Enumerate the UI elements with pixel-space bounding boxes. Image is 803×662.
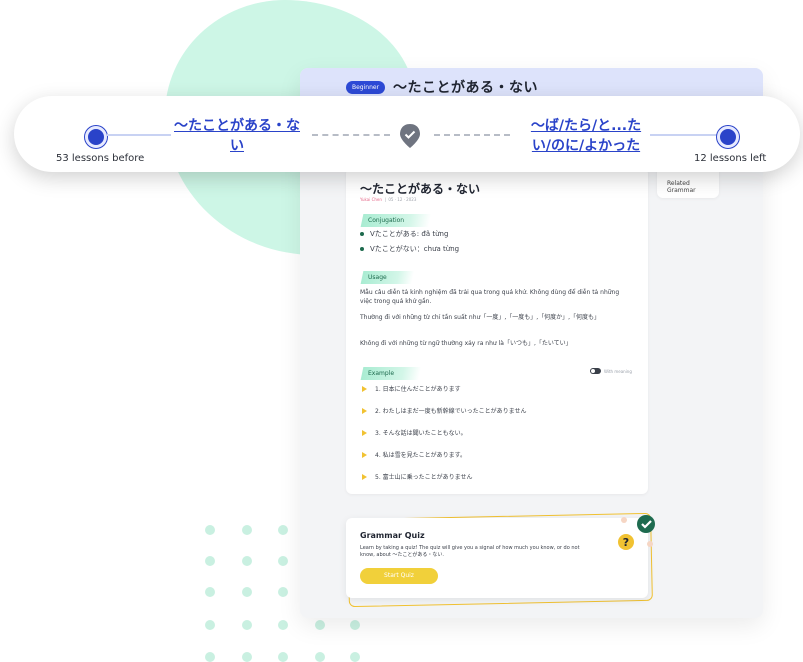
progress-line [107, 134, 171, 136]
lessons-before-count: 53 lessons before [56, 153, 145, 164]
quiz-illustration-icon: ? [618, 515, 655, 550]
quiz-description: Learn by taking a quiz! The quiz will gi… [360, 545, 580, 558]
grammar-quiz-card: Grammar Quiz Learn by taking a quiz! The… [346, 518, 648, 598]
meaning-toggle[interactable]: With meaning [590, 368, 632, 374]
play-icon[interactable] [362, 451, 367, 458]
example-tag: Example [360, 367, 422, 380]
usage-tag: Usage [360, 271, 415, 284]
conjugation-item: Vたことがない：chưa từng [360, 244, 459, 254]
next-node-icon[interactable] [717, 126, 739, 148]
example-item[interactable]: 1. 日本に住んだことがあります [362, 384, 461, 393]
progress-dashed-line [312, 134, 390, 138]
next-lesson-link[interactable]: 〜ば/たら/と...たい/のに/よかった [526, 116, 646, 156]
play-icon[interactable] [362, 407, 367, 414]
example-item[interactable]: 5. 富士山に乗ったことがありません [362, 472, 472, 481]
example-item[interactable]: 4. 私は雪を見たことがあります。 [362, 450, 466, 459]
lesson-header-title: 〜たことがある・ない [393, 80, 539, 96]
lesson-author: Yukai Chen [360, 197, 382, 202]
usage-paragraph: Mẫu câu diễn tả kinh nghiệm đã trải qua … [360, 289, 620, 305]
lesson-title: 〜たことがある・ない [360, 182, 481, 196]
progress-line [650, 134, 720, 136]
example-item[interactable]: 2. わたしはまだ一度も新幹線でいったことがありません [362, 406, 526, 415]
play-icon[interactable] [362, 385, 367, 392]
current-lesson-pin-icon [400, 124, 420, 148]
level-badge: Beginner [346, 80, 386, 94]
meaning-toggle-label: With meaning [604, 368, 632, 374]
lesson-date: 05 · 12 · 2023 [388, 197, 417, 202]
play-icon[interactable] [362, 473, 367, 480]
conjugation-item: Vたことがある: đã từng [360, 229, 448, 239]
example-item[interactable]: 3. そんな話は聞いたこともない。 [362, 428, 467, 437]
quiz-title: Grammar Quiz [360, 531, 425, 540]
usage-paragraph: Không đi với những từ ngữ thường xảy ra … [360, 340, 572, 347]
start-quiz-button[interactable]: Start Quiz [360, 568, 438, 584]
play-icon[interactable] [362, 429, 367, 436]
lesson-content-card: 〜たことがある・ない Yukai Chen | 05 · 12 · 2023 C… [346, 168, 648, 494]
related-grammar-label[interactable]: Related Grammar [667, 180, 719, 194]
progress-dashed-line [434, 134, 510, 138]
toggle-switch[interactable] [590, 368, 601, 374]
lessons-left-count: 12 lessons left [694, 153, 767, 164]
conjugation-tag: Conjugation [360, 214, 432, 227]
previous-lesson-link[interactable]: 〜たことがある・ない [174, 116, 300, 156]
lesson-meta: Yukai Chen | 05 · 12 · 2023 [360, 197, 417, 202]
svg-text:?: ? [623, 536, 629, 549]
usage-paragraph: Thường đi với những từ chỉ tần suất như「… [360, 314, 601, 321]
previous-node-icon[interactable] [85, 126, 107, 148]
